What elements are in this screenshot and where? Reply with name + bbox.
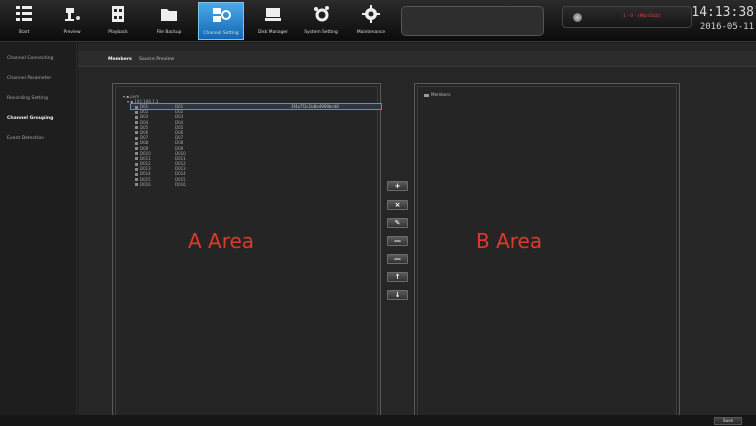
status-indicator: 1 - 0 - (Mbr/Gbit) — [562, 6, 692, 28]
members-header-label: Members — [431, 92, 451, 97]
gear-icon — [362, 5, 380, 23]
group-icon — [424, 93, 429, 97]
annotation-area-b: B Area — [476, 229, 543, 253]
toolbar-blank-field[interactable] — [401, 6, 544, 36]
toolbar-preview-button[interactable]: Preview — [49, 2, 95, 40]
channel-icon — [135, 126, 138, 130]
move-right-button[interactable]: — — [387, 236, 408, 246]
channel-icon — [135, 162, 138, 166]
channel-icon — [135, 147, 138, 150]
sidebar-item-channel-connecting[interactable]: Channel Connecting — [0, 43, 76, 63]
channel-name: D016 — [175, 181, 186, 187]
delete-button[interactable]: × — [387, 200, 408, 210]
clock-date: 2016-05-11 — [699, 22, 754, 32]
channel-icon — [135, 167, 138, 171]
camera-icon — [65, 8, 80, 21]
edit-button[interactable]: ✎ — [387, 218, 408, 228]
channel-icon — [135, 183, 138, 187]
folder-icon — [161, 9, 177, 21]
arrow-up-icon: ↑ — [394, 273, 401, 281]
move-up-button[interactable]: ↑ — [387, 272, 408, 282]
toolbar-start-button[interactable]: Start — [1, 2, 47, 40]
status-text: 1 - 0 - (Mbr/Gbit) — [623, 14, 661, 19]
channel-tree-frame: ▾ ▪ pvm ▾ ▪ 192.168.1.3 D01 D01 3f4a7f3c1b… — [115, 86, 382, 426]
toolbar-channel-setting-label: Channel Setting — [203, 31, 239, 36]
members-panel: Members — [414, 83, 680, 426]
toolbar-playback-button[interactable]: Playback — [95, 2, 141, 40]
top-toolbar: Start Preview Playback File Backup Chann… — [0, 0, 756, 42]
save-button[interactable]: Save — [714, 417, 742, 425]
sidebar-item-recording-setting[interactable]: Recording Setting — [0, 83, 76, 103]
annotation-area-a: A Area — [188, 229, 255, 253]
channel-tree-panel: ▾ ▪ pvm ▾ ▪ 192.168.1.3 D01 D01 3f4a7f3c1b… — [112, 83, 382, 426]
channel-icon — [135, 121, 138, 125]
tree-row[interactable]: D016 D016 — [131, 182, 381, 187]
film-icon — [112, 6, 124, 22]
main-content: Members Source Preview ▾ ▪ pvm ▾ ▪ 192.1… — [78, 43, 756, 426]
toolbar-file-backup-label: File Backup — [156, 30, 182, 35]
members-frame: Members — [417, 86, 677, 426]
channel-icon — [135, 172, 138, 176]
tree-channel-list: D01 D01 3f4a7f3c1b8e4969bcd8 D02 D02 D03 D03… — [130, 102, 382, 187]
toolbar-disk-manager-button[interactable]: Disk Manager — [250, 2, 296, 40]
edit-icon: ✎ — [394, 219, 401, 227]
toolbar-system-setting-button[interactable]: System Setting — [298, 2, 344, 40]
channel-icon — [135, 141, 138, 145]
channel-icon — [135, 136, 138, 140]
move-down-button[interactable]: ↓ — [387, 290, 408, 300]
toolbar-playback-label: Playback — [108, 30, 128, 35]
channel-icon — [135, 105, 138, 109]
channel-icon — [135, 178, 138, 182]
move-left-icon: — — [394, 255, 401, 263]
disk-icon — [265, 8, 281, 21]
channel-icon — [135, 157, 138, 161]
add-icon: + — [394, 182, 401, 190]
toolbar-system-setting-label: System Setting — [304, 30, 338, 35]
tab-source-preview[interactable]: Source Preview — [139, 57, 174, 62]
channel-icon — [135, 152, 138, 156]
toolbar-start-label: Start — [18, 30, 30, 35]
channel-id: D016 — [140, 181, 151, 187]
move-left-button[interactable]: — — [387, 254, 408, 264]
arrow-down-icon: ↓ — [394, 291, 401, 299]
toolbar-file-backup-button[interactable]: File Backup — [146, 2, 192, 40]
toolbar-disk-manager-label: Disk Manager — [257, 30, 289, 35]
sidebar: Channel Connecting Channel Parameter Rec… — [0, 43, 77, 426]
sidebar-item-channel-parameter[interactable]: Channel Parameter — [0, 63, 76, 83]
subtab-bar: Members Source Preview — [78, 51, 756, 67]
sidebar-item-event-detection[interactable]: Event Detection — [0, 123, 76, 143]
toolbar-preview-label: Preview — [63, 30, 81, 35]
clock-time: 14:13:38 — [691, 5, 754, 20]
toolbar-maintenance-label: Maintenance — [356, 30, 386, 35]
sidebar-item-channel-grouping[interactable]: Channel Grouping — [0, 103, 76, 123]
channel-icon — [135, 110, 138, 114]
system-setting-icon — [314, 6, 329, 22]
add-button[interactable]: + — [387, 181, 408, 191]
channel-icon — [135, 115, 138, 119]
channel-setting-icon — [213, 8, 231, 22]
members-header: Members — [424, 92, 450, 97]
delete-icon: × — [394, 201, 401, 209]
status-dot-icon — [573, 13, 582, 22]
move-right-icon: — — [394, 237, 401, 245]
channel-icon — [135, 131, 138, 135]
toolbar-channel-setting-button[interactable]: Channel Setting — [198, 2, 244, 40]
toolbar-maintenance-button[interactable]: Maintenance — [348, 2, 394, 40]
footer-bar: Save — [0, 415, 756, 426]
menu-icon — [16, 6, 32, 21]
tab-members[interactable]: Members — [108, 57, 132, 62]
